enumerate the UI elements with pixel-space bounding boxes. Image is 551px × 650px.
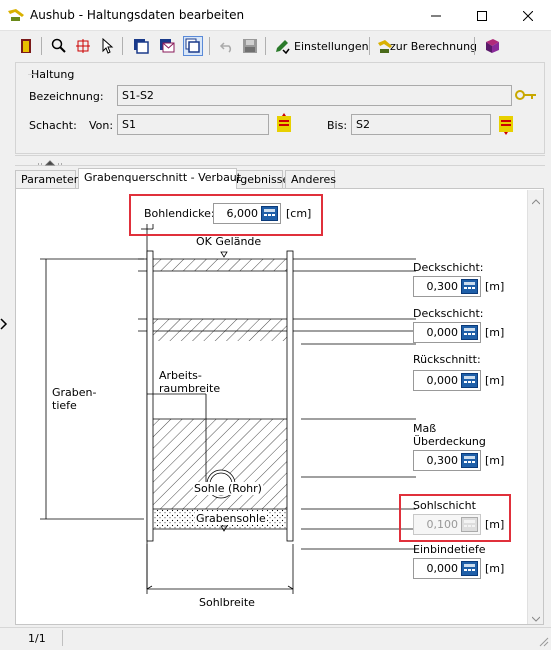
ueberdeckung-unit: [m] [485, 454, 505, 467]
expand-left-icon[interactable] [0, 318, 10, 338]
window-icon[interactable] [131, 36, 151, 56]
cross-section-panel: Bohlendicke: 6,000 [cm] OK Gelände Grabe… [15, 188, 544, 625]
einbindetiefe-unit: [m] [485, 562, 505, 575]
bezeichnung-label: Bezeichnung: [29, 90, 104, 103]
window-cascade-icon[interactable] [183, 36, 203, 56]
toolbar-separator [265, 37, 266, 55]
schacht-label: Schacht: [29, 119, 77, 132]
bezeichnung-field[interactable]: S1-S2 [117, 85, 512, 106]
von-field[interactable]: S1 [117, 114, 269, 135]
resize-grip-icon[interactable] [537, 635, 549, 647]
calculator-icon[interactable] [261, 206, 278, 221]
toolbar-separator [209, 37, 210, 55]
title-bar: Aushub - Haltungsdaten bearbeiten [0, 0, 551, 31]
window-mail-icon[interactable] [157, 36, 177, 56]
scroll-down-icon[interactable] [531, 612, 541, 622]
bohlendicke-value: 6,000 [226, 207, 259, 220]
haltung-panel: Haltung Bezeichnung: S1-S2 Schacht: Von:… [15, 62, 545, 154]
deckschicht-2-label: Deckschicht: [413, 307, 484, 320]
tab-anderes[interactable]: Anderes [285, 170, 336, 189]
deckschicht-1-unit: [m] [485, 280, 505, 293]
deckschicht-2-input[interactable]: 0,000 [413, 322, 481, 343]
calculator-icon[interactable] [461, 325, 478, 340]
maximize-button[interactable] [459, 0, 505, 31]
settings-button[interactable]: Einstellungen [294, 40, 369, 53]
calculator-icon[interactable] [461, 373, 478, 388]
bis-label: Bis: [327, 119, 348, 132]
toolbar-separator [369, 37, 370, 55]
exit-door-icon[interactable] [16, 36, 36, 56]
einbindetiefe-value: 0,000 [426, 562, 459, 575]
crosshair-icon[interactable] [73, 36, 93, 56]
bohlendicke-input[interactable]: 6,000 [213, 203, 281, 224]
sohle-rohr-label: Sohle (Rohr) [193, 482, 263, 495]
tab-parameter[interactable]: Parameter [15, 170, 78, 189]
grabentiefe-label-1: Graben- [52, 386, 97, 399]
grabensohle-label: Grabensohle [195, 512, 267, 525]
bohlendicke-label: Bohlendicke: [144, 207, 215, 220]
ueberdeckung-label: Überdeckung [413, 435, 486, 448]
calculator-icon[interactable] [461, 279, 478, 294]
toolbar: Einstellungen zur Berechnung [0, 32, 551, 60]
einbindetiefe-input[interactable]: 0,000 [413, 558, 481, 579]
deckschicht-1-input[interactable]: 0,300 [413, 276, 481, 297]
von-label: Von: [89, 119, 114, 132]
deckschicht-1-label: Deckschicht: [413, 261, 484, 274]
calculator-icon[interactable] [461, 453, 478, 468]
rueckschnitt-value: 0,000 [426, 374, 459, 387]
haltung-group-label: Haltung [31, 68, 75, 81]
bis-field[interactable]: S2 [351, 114, 491, 135]
select-shaft-von-icon[interactable] [273, 113, 295, 135]
deckschicht-2-unit: [m] [485, 326, 505, 339]
panel-splitter[interactable] [15, 155, 545, 166]
mass-label: Maß [413, 422, 437, 435]
key-icon[interactable] [515, 88, 537, 102]
sohlschicht-input[interactable]: 0,100 [413, 514, 481, 535]
toolbar-separator [474, 37, 475, 55]
page-indicator: 1/1 [28, 632, 46, 645]
calculator-disabled-icon [461, 517, 478, 532]
help-book-icon[interactable] [482, 36, 502, 56]
calculator-icon[interactable] [461, 561, 478, 576]
ueberdeckung-value: 0,300 [426, 454, 459, 467]
status-bar: 1/1 [0, 627, 551, 648]
vertical-scrollbar[interactable] [527, 190, 543, 624]
rueckschnitt-label: Rückschnitt: [413, 353, 481, 366]
tab-grabenquerschnitt-verbaut[interactable]: Grabenquerschnitt - Verbaut [78, 168, 241, 189]
toolbar-separator [122, 37, 123, 55]
calculation-button[interactable]: zur Berechnung [390, 40, 477, 53]
save-icon[interactable] [240, 36, 260, 56]
arbeitsraum-label-2: raumbreite [159, 382, 221, 395]
rueckschnitt-unit: [m] [485, 374, 505, 387]
deckschicht-2-value: 0,000 [426, 326, 459, 339]
select-shaft-bis-icon[interactable] [495, 113, 517, 135]
close-button[interactable] [505, 0, 551, 31]
zoom-icon[interactable] [49, 36, 69, 56]
toolbar-separator [41, 37, 42, 55]
sohlbreite-label: Sohlbreite [199, 596, 255, 609]
scroll-up-icon[interactable] [531, 195, 541, 205]
ok-gelaende-label: OK Gelände [196, 235, 262, 248]
arbeitsraum-label-1: Arbeits- [159, 369, 202, 382]
cursor-icon[interactable] [97, 36, 117, 56]
window-title: Aushub - Haltungsdaten bearbeiten [30, 8, 245, 22]
excavator-app-icon [7, 7, 25, 23]
collapse-arrow-icon[interactable] [37, 157, 67, 166]
sohlschicht-label: Sohlschicht [413, 499, 476, 512]
sohlschicht-unit: [m] [485, 518, 505, 531]
settings-pencil-icon[interactable] [272, 36, 292, 56]
undo-icon[interactable] [217, 36, 237, 56]
ueberdeckung-input[interactable]: 0,300 [413, 450, 481, 471]
minimize-button[interactable] [413, 0, 459, 31]
rueckschnitt-input[interactable]: 0,000 [413, 370, 481, 391]
bohlendicke-unit: [cm] [286, 207, 312, 220]
einbindetiefe-label: Einbindetiefe [413, 543, 486, 556]
grabentiefe-label-2: tiefe [52, 399, 77, 412]
deckschicht-1-value: 0,300 [426, 280, 459, 293]
sohlschicht-value: 0,100 [426, 518, 459, 531]
